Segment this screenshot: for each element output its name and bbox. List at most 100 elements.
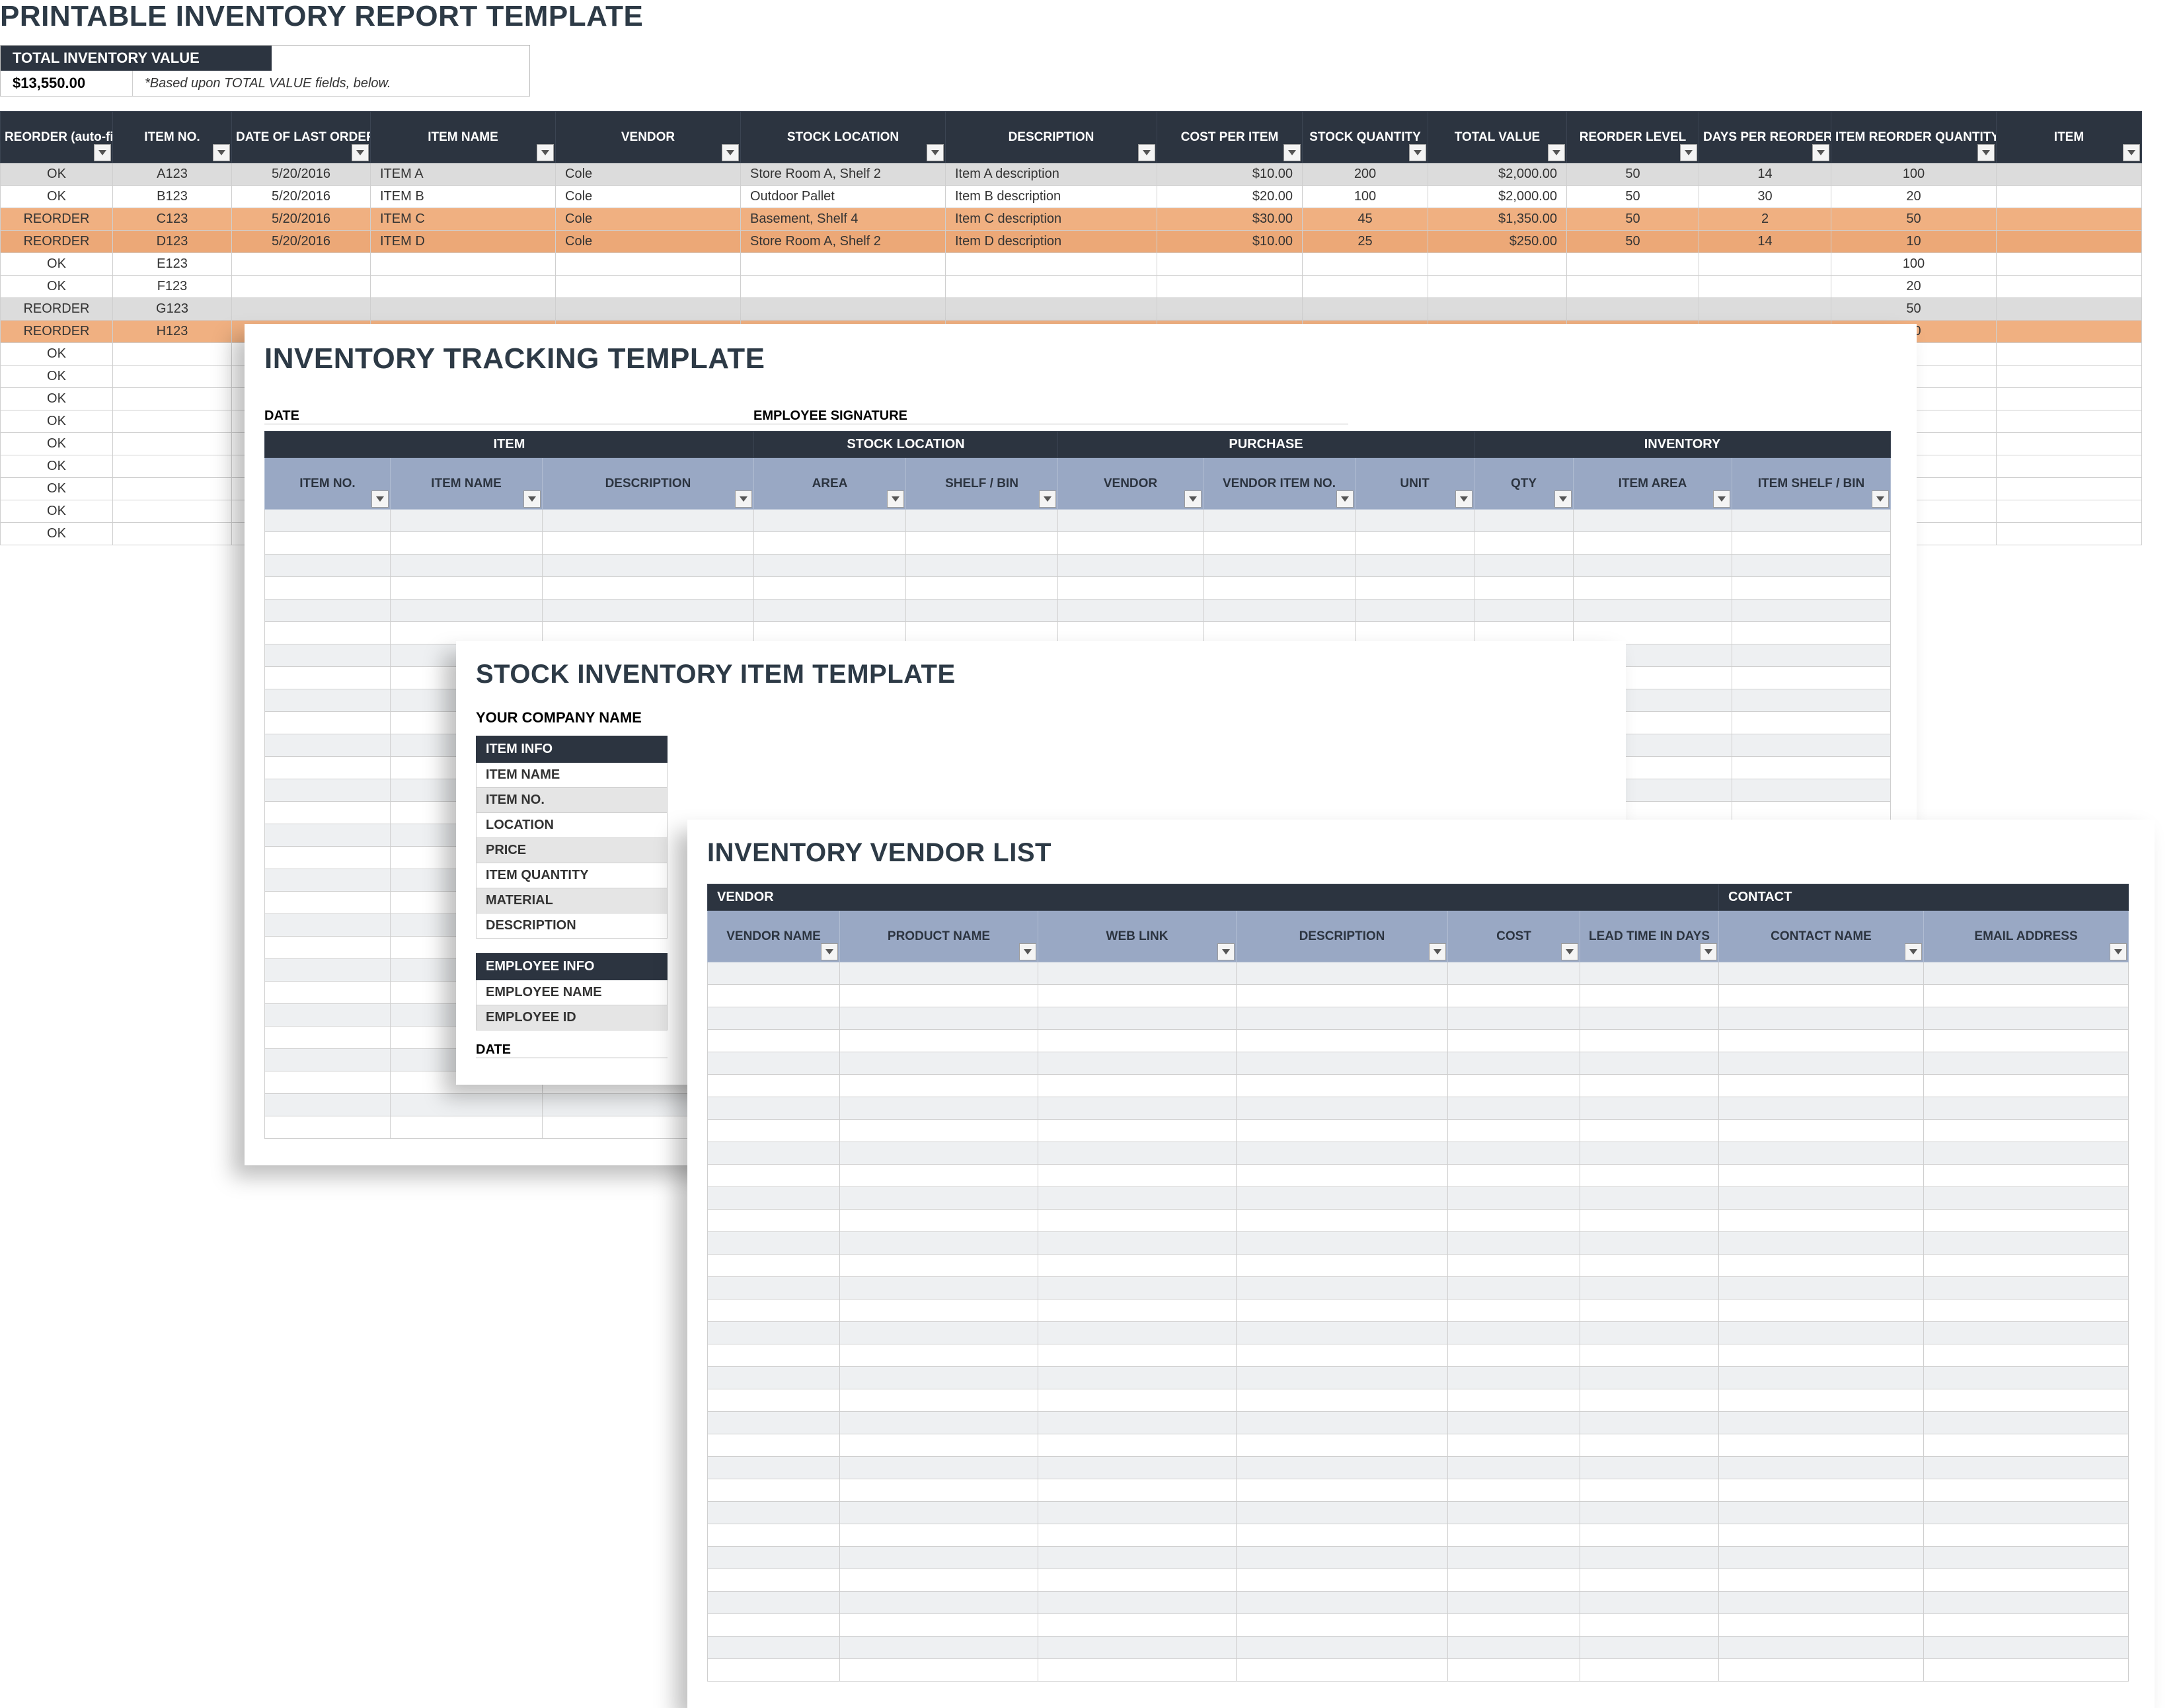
- cell[interactable]: [1719, 1187, 1924, 1210]
- cell[interactable]: [1038, 985, 1237, 1007]
- cell[interactable]: [265, 757, 391, 779]
- cell[interactable]: [265, 937, 391, 959]
- cell[interactable]: [1058, 577, 1204, 600]
- cell[interactable]: [113, 366, 232, 388]
- cell[interactable]: [1204, 600, 1356, 622]
- cell[interactable]: [1448, 1434, 1580, 1457]
- cell[interactable]: [391, 600, 543, 622]
- cell[interactable]: [840, 1277, 1038, 1300]
- cell[interactable]: [1038, 1659, 1237, 1682]
- cell[interactable]: [1580, 1502, 1719, 1524]
- filter-dropdown-icon[interactable]: [213, 144, 230, 161]
- cell[interactable]: [1448, 1097, 1580, 1120]
- cell[interactable]: [1719, 1255, 1924, 1277]
- cell[interactable]: [1038, 1412, 1237, 1434]
- cell[interactable]: [840, 1052, 1038, 1075]
- cell[interactable]: [1448, 1412, 1580, 1434]
- cell[interactable]: [708, 1592, 840, 1614]
- cell[interactable]: [1237, 1524, 1448, 1547]
- column-header[interactable]: QTY: [1474, 458, 1574, 510]
- cell[interactable]: [1204, 555, 1356, 577]
- cell[interactable]: [1732, 600, 1891, 622]
- table-row[interactable]: [708, 1187, 2129, 1210]
- table-row[interactable]: OKF12320: [1, 276, 2142, 298]
- cell[interactable]: [1448, 1502, 1580, 1524]
- cell[interactable]: [265, 1027, 391, 1049]
- cell[interactable]: [1237, 1142, 1448, 1165]
- cell[interactable]: [1237, 985, 1448, 1007]
- filter-dropdown-icon[interactable]: [927, 144, 944, 161]
- filter-dropdown-icon[interactable]: [1713, 490, 1730, 508]
- cell[interactable]: [1038, 1165, 1237, 1187]
- cell[interactable]: [1474, 577, 1574, 600]
- filter-dropdown-icon[interactable]: [887, 490, 904, 508]
- filter-dropdown-icon[interactable]: [371, 490, 389, 508]
- table-row[interactable]: [708, 1389, 2129, 1412]
- cell[interactable]: [708, 1210, 840, 1232]
- cell[interactable]: [1732, 779, 1891, 802]
- cell[interactable]: [1237, 1097, 1448, 1120]
- cell[interactable]: Cole: [556, 208, 741, 231]
- cell[interactable]: [1580, 1255, 1719, 1277]
- cell[interactable]: [1924, 962, 2129, 985]
- cell[interactable]: [1732, 510, 1891, 532]
- cell[interactable]: [1038, 1052, 1237, 1075]
- cell[interactable]: [1997, 523, 2142, 545]
- cell[interactable]: [1699, 253, 1831, 276]
- filter-dropdown-icon[interactable]: [1977, 144, 1995, 161]
- filter-dropdown-icon[interactable]: [1409, 144, 1426, 161]
- cell[interactable]: [1448, 1232, 1580, 1255]
- cell[interactable]: [1924, 1165, 2129, 1187]
- cell[interactable]: [1237, 1120, 1448, 1142]
- cell[interactable]: [1699, 298, 1831, 321]
- cell[interactable]: [1038, 1344, 1237, 1367]
- cell[interactable]: [1997, 388, 2142, 410]
- cell[interactable]: [1303, 298, 1428, 321]
- cell[interactable]: [1237, 1547, 1448, 1569]
- cell[interactable]: 20: [1831, 276, 1997, 298]
- cell[interactable]: [1237, 1165, 1448, 1187]
- cell[interactable]: [840, 1479, 1038, 1502]
- cell[interactable]: [1237, 1637, 1448, 1659]
- cell[interactable]: [265, 712, 391, 734]
- cell[interactable]: [708, 962, 840, 985]
- cell[interactable]: [1580, 1030, 1719, 1052]
- cell[interactable]: [1997, 433, 2142, 455]
- cell[interactable]: [113, 433, 232, 455]
- cell[interactable]: [906, 555, 1058, 577]
- cell[interactable]: [1719, 1457, 1924, 1479]
- table-row[interactable]: [708, 1412, 2129, 1434]
- cell[interactable]: 30: [1699, 186, 1831, 208]
- column-header[interactable]: ITEM NAME: [391, 458, 543, 510]
- cell[interactable]: [1448, 1479, 1580, 1502]
- cell[interactable]: [708, 1300, 840, 1322]
- cell[interactable]: [708, 1547, 840, 1569]
- cell[interactable]: [1924, 1412, 2129, 1434]
- table-row[interactable]: REORDERD1235/20/2016ITEM DColeStore Room…: [1, 231, 2142, 253]
- cell[interactable]: $1,350.00: [1428, 208, 1567, 231]
- cell[interactable]: [265, 779, 391, 802]
- table-row[interactable]: [708, 1210, 2129, 1232]
- cell[interactable]: [1448, 1367, 1580, 1389]
- cell[interactable]: OK: [1, 253, 113, 276]
- column-header[interactable]: LEAD TIME IN DAYS: [1580, 911, 1719, 962]
- table-row[interactable]: [265, 577, 1891, 600]
- cell[interactable]: [1580, 1007, 1719, 1030]
- cell[interactable]: [1580, 1367, 1719, 1389]
- cell[interactable]: [1237, 1614, 1448, 1637]
- cell[interactable]: [1719, 1232, 1924, 1255]
- cell[interactable]: [1448, 1344, 1580, 1367]
- cell[interactable]: [1448, 1524, 1580, 1547]
- cell[interactable]: [708, 1457, 840, 1479]
- cell[interactable]: [1038, 1547, 1237, 1569]
- cell[interactable]: [1448, 1187, 1580, 1210]
- cell[interactable]: [1997, 208, 2142, 231]
- cell[interactable]: [1574, 600, 1732, 622]
- cell[interactable]: [840, 1007, 1038, 1030]
- cell[interactable]: OK: [1, 433, 113, 455]
- cell[interactable]: [1237, 1344, 1448, 1367]
- cell[interactable]: [265, 1116, 391, 1139]
- cell[interactable]: [708, 1075, 840, 1097]
- cell[interactable]: [1356, 510, 1474, 532]
- cell[interactable]: [1038, 1007, 1237, 1030]
